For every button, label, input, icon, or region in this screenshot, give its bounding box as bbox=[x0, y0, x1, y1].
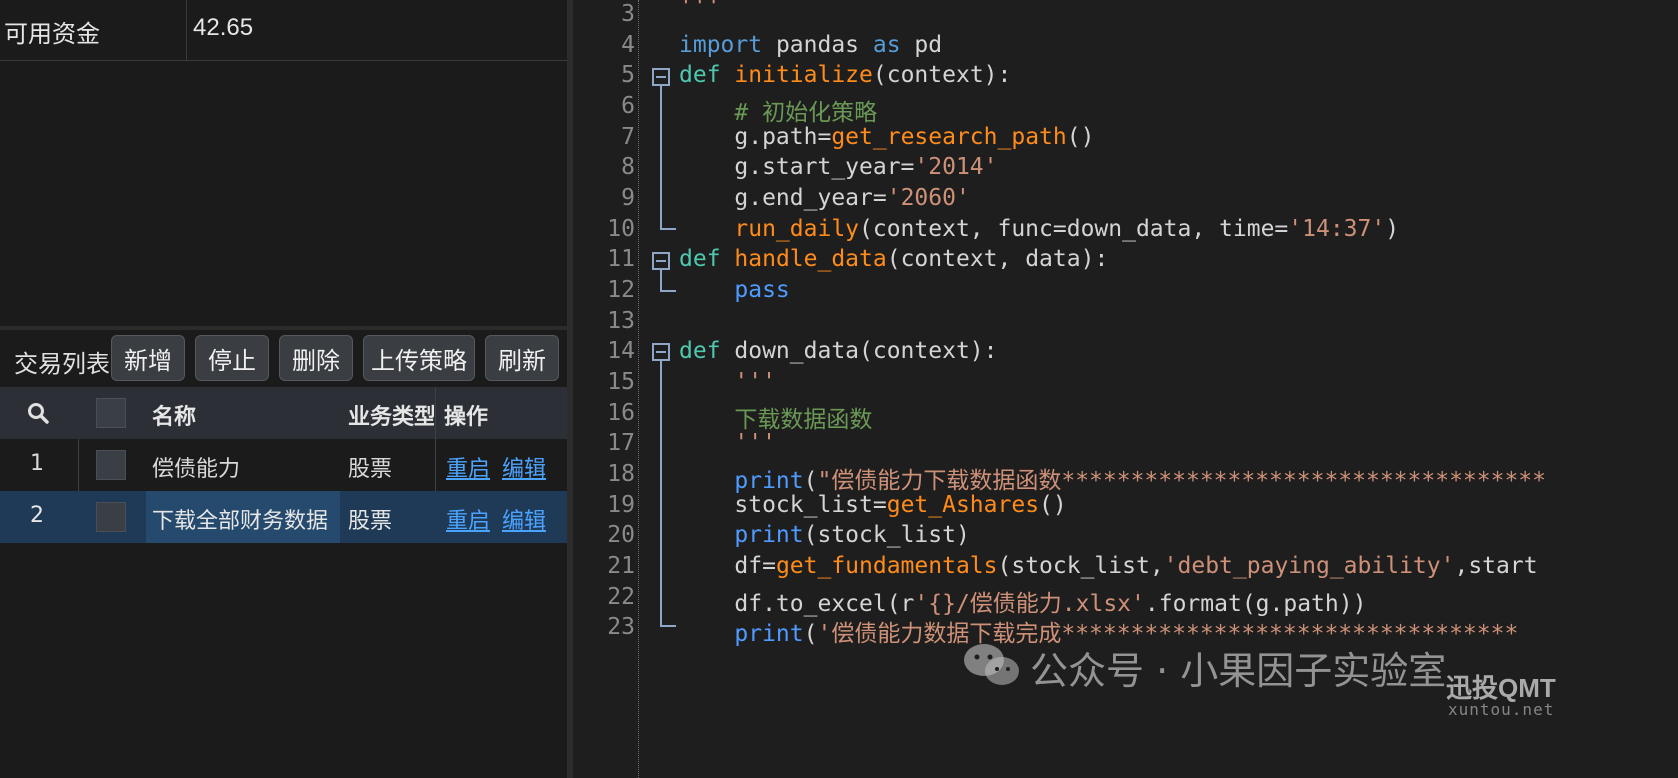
table-header: 名称 业务类型 操作 bbox=[0, 387, 567, 439]
edit-link[interactable]: 编辑 bbox=[502, 503, 546, 535]
restart-link[interactable]: 重启 bbox=[446, 503, 490, 535]
table-row-selected[interactable]: 2 下载全部财务数据 股票 重启 编辑 bbox=[0, 491, 567, 543]
code-line: def handle_data(context, data): bbox=[679, 246, 1109, 272]
column-header-type[interactable]: 业务类型 bbox=[348, 399, 434, 431]
refresh-button[interactable]: 刷新 bbox=[485, 335, 559, 381]
row-index: 2 bbox=[30, 503, 44, 528]
code-line: def initialize(context): bbox=[679, 62, 1012, 88]
line-number: 6 bbox=[621, 93, 635, 119]
code-line: 下载数据函数 bbox=[734, 407, 873, 433]
fold-guide bbox=[660, 270, 662, 290]
fold-toggle-icon[interactable] bbox=[652, 252, 670, 270]
line-number: 3 bbox=[621, 1, 635, 27]
code-line: df=get_fundamentals(stock_list,'debt_pay… bbox=[679, 553, 1538, 579]
line-number: 16 bbox=[607, 400, 635, 426]
column-divider bbox=[186, 0, 187, 60]
code-line: stock_list=get_Ashares() bbox=[679, 492, 1067, 518]
business-type: 股票 bbox=[348, 457, 393, 482]
fold-guide-end bbox=[660, 625, 676, 627]
line-number: 14 bbox=[607, 338, 635, 364]
line-number: 10 bbox=[607, 216, 635, 242]
wechat-icon bbox=[964, 644, 1019, 685]
line-number: 11 bbox=[607, 246, 635, 272]
business-type: 股票 bbox=[348, 509, 393, 534]
fold-guide bbox=[660, 361, 662, 625]
fold-guide-end bbox=[660, 290, 676, 292]
strategy-name: 下载全部财务数据 bbox=[152, 509, 329, 534]
code-line: ''' bbox=[734, 430, 776, 456]
fold-guide bbox=[660, 86, 662, 228]
row-index: 1 bbox=[30, 451, 44, 476]
code-line: pass bbox=[734, 277, 790, 303]
line-number: 19 bbox=[607, 492, 635, 518]
code-line: run_daily(context, func=down_data, time=… bbox=[734, 216, 1400, 242]
line-number: 12 bbox=[607, 277, 635, 303]
add-button[interactable]: 新增 bbox=[111, 335, 185, 381]
search-icon[interactable] bbox=[26, 401, 50, 425]
line-number: 7 bbox=[621, 124, 635, 150]
code-line: ''' bbox=[734, 369, 776, 395]
delete-button[interactable]: 删除 bbox=[279, 335, 353, 381]
line-number: 8 bbox=[621, 154, 635, 180]
row-checkbox[interactable] bbox=[96, 502, 126, 532]
restart-link[interactable]: 重启 bbox=[446, 451, 490, 483]
line-number: 18 bbox=[607, 461, 635, 487]
line-number: 13 bbox=[607, 308, 635, 334]
line-number: 15 bbox=[607, 369, 635, 395]
line-number: 4 bbox=[621, 32, 635, 58]
line-number: 20 bbox=[607, 522, 635, 548]
row-checkbox[interactable] bbox=[96, 450, 126, 480]
trade-list-title: 交易列表 bbox=[14, 350, 110, 378]
panel-splitter[interactable] bbox=[0, 326, 567, 330]
code-editor[interactable]: 3 4 5 6 7 8 9 10 11 12 13 14 15 16 17 18… bbox=[573, 0, 1678, 778]
code-line: # 初始化策略 bbox=[734, 100, 878, 126]
code-line: g.start_year='2014' bbox=[679, 154, 998, 180]
edit-link[interactable]: 编辑 bbox=[502, 451, 546, 483]
code-line: g.end_year='2060' bbox=[679, 185, 970, 211]
code-line: print("偿债能力下载数据函数***********************… bbox=[734, 468, 1546, 494]
fold-guide-end bbox=[660, 228, 676, 230]
fold-toggle-icon[interactable] bbox=[652, 68, 670, 86]
upload-strategy-button[interactable]: 上传策略 bbox=[363, 335, 475, 381]
column-header-name[interactable]: 名称 bbox=[152, 399, 196, 431]
table-row[interactable]: 1 偿债能力 股票 重启 编辑 bbox=[0, 439, 567, 491]
strategy-panel: 可用资金 42.65 交易列表 新增 停止 删除 上传策略 刷新 名称 业务类型… bbox=[0, 0, 567, 778]
brand-url: xuntou.net bbox=[1448, 700, 1555, 719]
code-line: import pandas as pd bbox=[679, 32, 943, 58]
strategy-name: 偿债能力 bbox=[152, 457, 241, 482]
code-line: g.path=get_research_path() bbox=[679, 124, 1095, 150]
column-header-action: 操作 bbox=[444, 405, 489, 430]
stop-button[interactable]: 停止 bbox=[195, 335, 269, 381]
line-number: 9 bbox=[621, 185, 635, 211]
available-funds-row: 可用资金 42.65 bbox=[0, 0, 567, 61]
line-number: 5 bbox=[621, 62, 635, 88]
select-all-checkbox[interactable] bbox=[96, 398, 126, 428]
code-line: print(stock_list) bbox=[734, 522, 970, 548]
available-funds-value: 42.65 bbox=[193, 14, 254, 41]
line-number: 17 bbox=[607, 430, 635, 456]
fold-toggle-icon[interactable] bbox=[652, 343, 670, 361]
line-number: 22 bbox=[607, 584, 635, 610]
code-line: df.to_excel(r'{}/偿债能力.xlsx'.format(g.pat… bbox=[679, 591, 1367, 617]
code-line: def down_data(context): bbox=[679, 338, 998, 364]
line-number: 23 bbox=[607, 614, 635, 640]
code-line: ''' bbox=[679, 0, 721, 20]
watermark-text: 公众号 · 小果因子实验室 bbox=[1030, 649, 1447, 693]
line-number: 21 bbox=[607, 553, 635, 579]
available-funds-label: 可用资金 bbox=[4, 20, 100, 48]
gutter-divider bbox=[638, 0, 639, 778]
